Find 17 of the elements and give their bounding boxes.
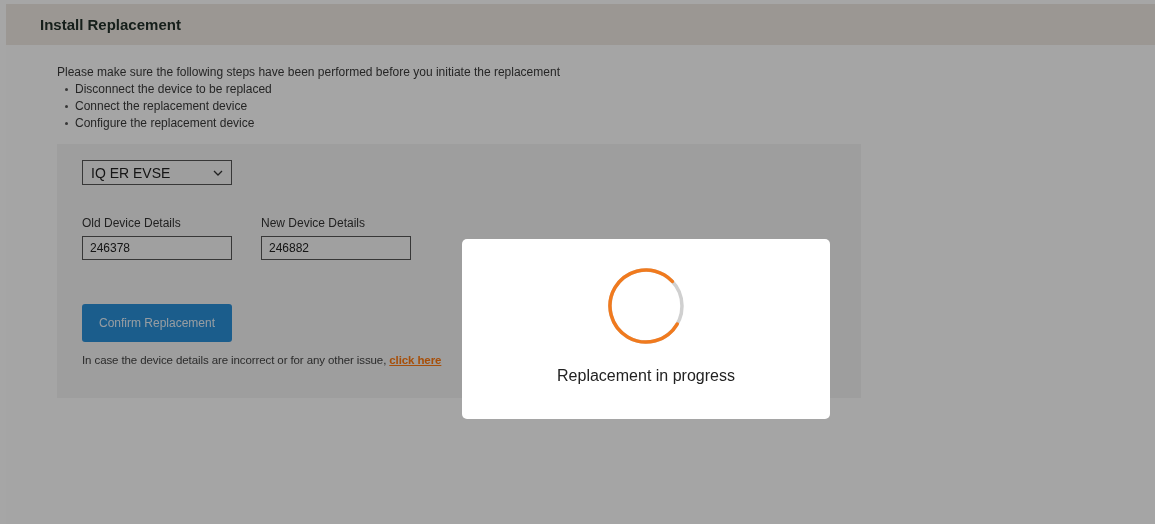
progress-message: Replacement in progress: [557, 367, 735, 385]
bullet-icon: [65, 88, 68, 91]
chevron-down-icon: [213, 169, 223, 176]
help-text: In case the device details are incorrect or for any other issue,: [82, 354, 387, 366]
step-text: Connect the replacement device: [75, 98, 248, 115]
device-dropdown[interactable]: IQ ER EVSE: [82, 160, 232, 185]
step-text: Configure the replacement device: [75, 115, 255, 132]
page-title: Install Replacement: [40, 16, 181, 33]
input-field[interactable]: 246378: [82, 236, 232, 260]
step-text: Disconnect the device to be replaced: [75, 81, 272, 98]
bullet-icon: [65, 105, 68, 108]
input-field[interactable]: 246882: [261, 236, 411, 260]
field-label: Old Device Details: [82, 216, 182, 230]
bullet-icon: [65, 122, 68, 125]
spinner-icon: [607, 267, 685, 345]
field-label: New Device Details: [261, 216, 367, 230]
instructions-text: Please make sure the following steps have been performed before you initiate the replacement: [57, 64, 561, 81]
